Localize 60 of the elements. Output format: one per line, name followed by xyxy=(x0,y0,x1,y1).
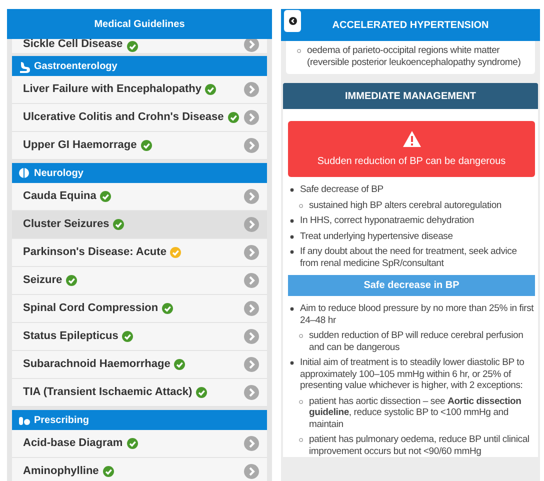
bullet-icon xyxy=(290,250,294,254)
section-title: Neurology xyxy=(34,166,84,180)
bullet-icon xyxy=(297,49,301,53)
chevron-icon xyxy=(244,245,259,260)
list-item[interactable]: Seizure xyxy=(12,267,267,295)
list-item[interactable]: Cauda Equina xyxy=(12,183,267,211)
bullet-icon xyxy=(290,219,294,223)
chevron-icon xyxy=(244,82,259,97)
list-item[interactable]: Subarachnoid Haemorrhage xyxy=(12,351,267,379)
page-title: ACCELERATED HYPERTENSION xyxy=(332,18,489,32)
chevron-icon xyxy=(244,110,259,125)
list-item[interactable]: TIA (Transient Ischaemic Attack) xyxy=(12,379,267,407)
bullet-icon xyxy=(299,400,303,404)
section-title: Prescribing xyxy=(34,414,90,428)
bullet-icon xyxy=(290,188,294,192)
subsection-heading: Safe decrease in BP xyxy=(288,275,535,296)
bullet-text: patient has aortic dissection – see Aortic dissection guideline, reduce systolic BP to <100 mmHg and maintain xyxy=(309,396,522,430)
bullet-icon xyxy=(290,234,294,238)
section-title: Gastroenterology xyxy=(34,60,118,74)
bullet-text: If any doubt about the need for treatment, seek advice from renal medicine SpR/consultant xyxy=(300,246,518,269)
list-item[interactable]: Ulcerative Colitis and Crohn's Disease xyxy=(12,104,267,132)
list-item[interactable]: Liver Failure with Encephalopathy xyxy=(12,76,267,104)
bullet-icon xyxy=(299,334,303,338)
list-item[interactable]: Parkinson's Disease: Acute xyxy=(12,239,267,267)
section-heading: IMMEDIATE MANAGEMENT xyxy=(283,83,538,109)
list-item[interactable]: Acid-base Diagram xyxy=(12,430,267,458)
bullet-icon xyxy=(299,204,303,208)
bullet-text: sustained high BP alters cerebral autoregulation xyxy=(309,200,502,211)
chevron-icon xyxy=(244,301,259,316)
chevron-icon xyxy=(244,217,259,232)
chevron-icon xyxy=(244,39,259,52)
bullet-text: sudden reduction of BP will reduce cerebral perfusion and can be dangerous xyxy=(309,330,524,353)
bullet-icon xyxy=(290,361,294,365)
bullet-text: In HHS, correct hyponatraemic dehydration xyxy=(300,215,474,226)
bullet-icon xyxy=(299,438,303,442)
chevron-icon xyxy=(244,273,259,288)
chevron-icon xyxy=(244,357,259,372)
bullet-text: oedema of parieto-occipital regions white matter (reversible posterior leukoencephalopathy syndrome) xyxy=(307,45,522,68)
chevron-icon xyxy=(244,189,259,204)
bullet-text: Aim to reduce blood pressure by no more than 25% in first 24–48 hr xyxy=(300,303,535,326)
bullet-text: Initial aim of treatment is to steadily lower diastolic BP to approximately 100–105 mmHg within 6 hr, or 25% of presenting value whichever is higher, with 2 exceptions: xyxy=(300,357,526,392)
list-item[interactable]: Spinal Cord Compression xyxy=(12,295,267,323)
list-item[interactable]: Cluster Seizures xyxy=(12,211,267,239)
list-item[interactable]: Aminophylline xyxy=(12,458,267,481)
list-item[interactable]: Status Epilepticus xyxy=(12,323,267,351)
app-title: Medical Guidelines xyxy=(7,9,272,39)
warning-icon xyxy=(402,130,422,148)
list-item[interactable]: Upper GI Haemorrage xyxy=(12,132,267,160)
alert-text: Sudden reduction of BP can be dangerous xyxy=(317,154,506,168)
back-icon xyxy=(288,17,296,25)
bullet-text: patient has pulmonary oedema, reduce BP until clinical improvement occurs but not <90/60 mmHg xyxy=(309,434,530,457)
chevron-icon xyxy=(244,385,259,400)
chevron-icon xyxy=(244,329,259,344)
bullet-text: Safe decrease of BP xyxy=(300,184,384,196)
back-button[interactable] xyxy=(284,10,301,32)
chevron-icon xyxy=(244,436,259,451)
bullet-text: Treat underlying hypertensive disease xyxy=(300,230,453,242)
chevron-icon xyxy=(244,464,259,479)
bullet-icon xyxy=(290,307,294,311)
chevron-icon xyxy=(244,138,259,153)
